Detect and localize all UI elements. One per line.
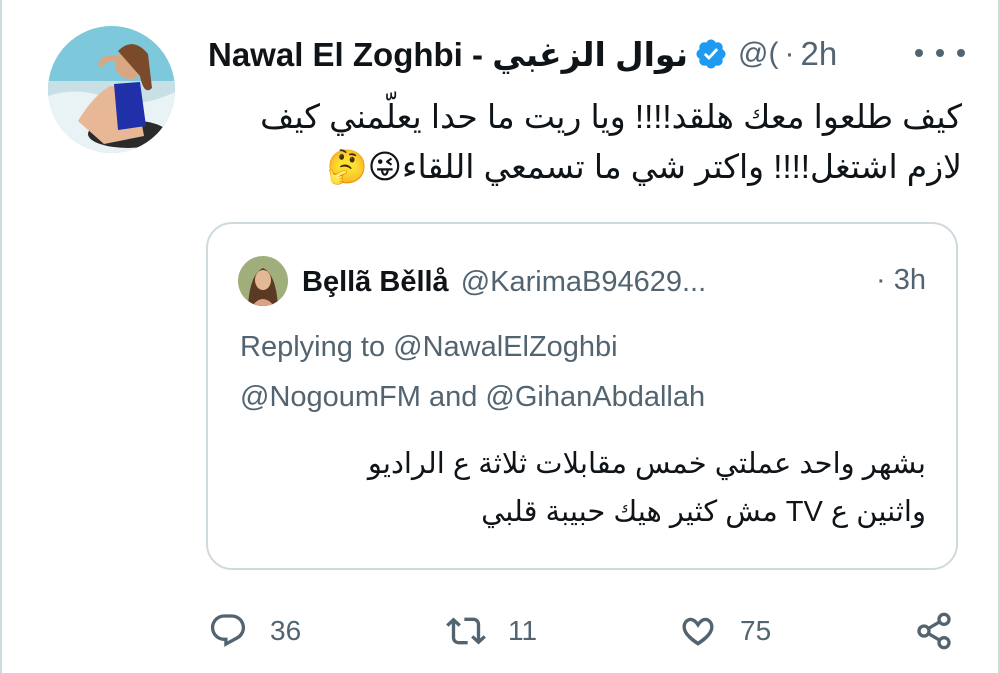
more-dot	[957, 49, 965, 57]
replying-to-line: Replying to @NawalElZoghbi	[240, 331, 618, 363]
quoted-text: بشهر واحد عملتي خمس مقابلات ثلاثة ع الرا…	[238, 440, 926, 536]
more-dot	[915, 49, 923, 57]
quoted-avatar-image	[238, 256, 288, 306]
quoted-display-name[interactable]: Bȩllã Běllå	[302, 266, 449, 299]
like-count: 75	[740, 615, 772, 646]
retweet-button[interactable]: 11	[446, 606, 537, 656]
reply-button[interactable]: 36	[208, 606, 301, 656]
tweet-text: كيف طلعوا معك هلقد!!!! ويا ريت ما حدا يع…	[202, 92, 962, 192]
tweet-text-line: كيف طلعوا معك هلقد!!!! ويا ريت ما حدا يع…	[260, 98, 962, 135]
retweet-count: 11	[508, 615, 538, 646]
share-button[interactable]	[914, 606, 954, 656]
quoted-handle[interactable]: @KarimaB94629...	[461, 266, 706, 299]
quoted-header: Bȩllã Běllå @KarimaB94629...	[302, 260, 706, 304]
tweet-card: Nawal El Zoghbi - نوال الزغبي @( · 2h كي…	[0, 0, 1000, 673]
quoted-text-line: بشهر واحد عملتي خمس مقابلات ثلاثة ع الرا…	[367, 448, 926, 480]
reply-count: 36	[270, 615, 302, 646]
like-icon	[682, 617, 714, 646]
replying-to-line: @NogoumFM and @GihanAbdallah	[240, 381, 706, 413]
author-avatar[interactable]	[48, 26, 175, 153]
share-icon	[917, 612, 951, 650]
author-avatar-image	[48, 26, 175, 153]
tweet-timestamp[interactable]: 2h	[800, 35, 837, 73]
quoted-author-avatar[interactable]	[238, 256, 288, 306]
verified-badge-icon	[694, 37, 728, 71]
like-button[interactable]: 75	[678, 606, 771, 656]
reply-icon	[210, 614, 246, 647]
more-dot	[936, 49, 944, 57]
more-options-icon[interactable]	[915, 38, 965, 68]
author-display-name[interactable]: Nawal El Zoghbi - نوال الزغبي	[208, 35, 688, 74]
author-handle[interactable]: @(	[738, 37, 778, 71]
tweet-header: Nawal El Zoghbi - نوال الزغبي @( · 2h	[208, 30, 837, 78]
replying-to: Replying to @NawalElZoghbi @NogoumFM and…	[240, 322, 705, 422]
tweet-text-line: لازم اشتغل!!!! واكتر شي ما تسمعي اللقاء😜…	[326, 148, 962, 185]
retweet-icon	[446, 617, 486, 645]
quoted-text-line: واثنين ع TV مش كثير هيك حبيبة قلبي	[481, 496, 926, 528]
quoted-tweet[interactable]: Bȩllã Běllå @KarimaB94629... · 3h Replyi…	[206, 222, 958, 570]
quoted-timestamp[interactable]: · 3h	[876, 264, 926, 297]
header-separator: ·	[784, 37, 795, 70]
tweet-actions: 36 11 75	[202, 606, 972, 656]
